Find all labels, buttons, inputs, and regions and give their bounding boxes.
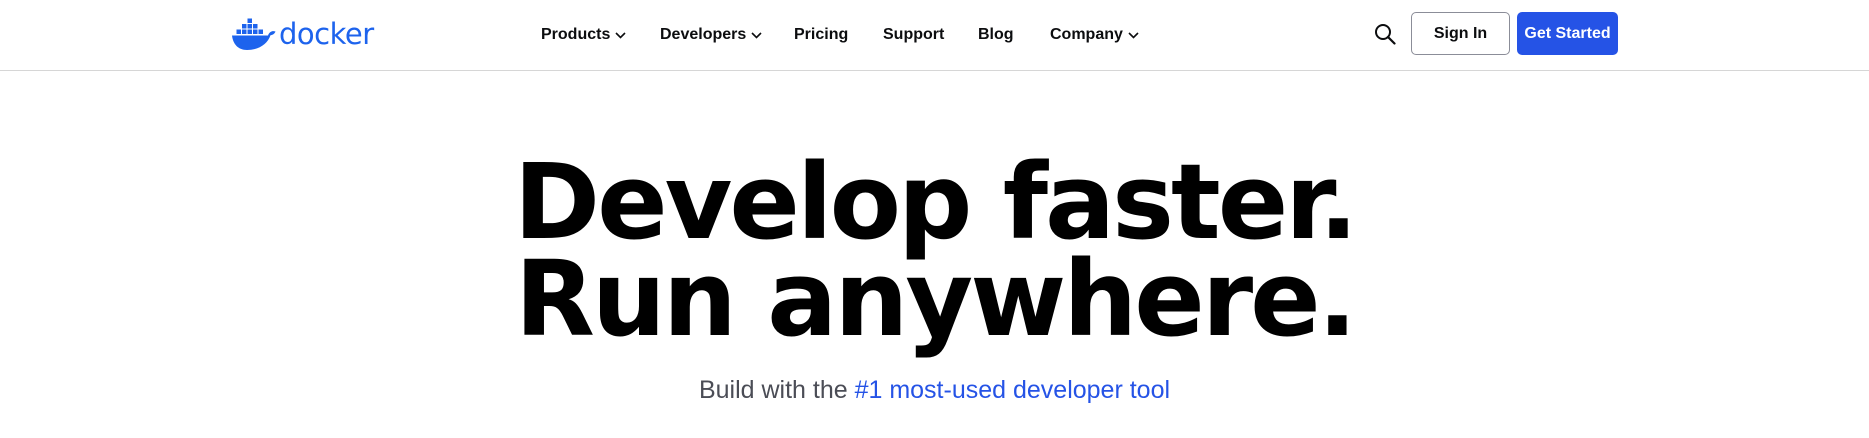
docker-whale-icon	[232, 18, 276, 50]
search-button[interactable]	[1372, 21, 1398, 47]
nav-item-label: Products	[541, 26, 611, 43]
hero-headline-line-2: Run anywhere.	[514, 238, 1357, 360]
hero-subtitle: Build with the #1 most-used developer to…	[0, 374, 1869, 406]
nav-item-label: Blog	[978, 26, 1014, 43]
nav-item-label: Developers	[660, 26, 747, 43]
search-icon	[1375, 24, 1396, 45]
nav-item-products[interactable]: Products	[541, 0, 626, 70]
get-started-button[interactable]: Get Started	[1517, 12, 1618, 55]
chevron-down-icon	[1128, 31, 1139, 39]
nav-item-company[interactable]: Company	[1050, 0, 1139, 70]
nav-item-support[interactable]: Support	[883, 0, 944, 70]
chevron-down-icon	[751, 31, 762, 39]
brand-name: docker	[279, 17, 374, 51]
subtitle-text: Build with the	[698, 376, 855, 404]
nav-item-label: Support	[883, 26, 945, 43]
nav-item-pricing[interactable]: Pricing	[794, 0, 848, 70]
nav-item-developers[interactable]: Developers	[660, 0, 762, 70]
most-used-tool-link[interactable]: #1 most-used developer tool	[855, 376, 1170, 404]
docker-logo[interactable]: docker	[232, 16, 374, 52]
nav-item-label: Company	[1050, 26, 1123, 43]
chevron-down-icon	[615, 31, 626, 39]
sign-in-button[interactable]: Sign In	[1411, 12, 1510, 55]
nav-item-blog[interactable]: Blog	[978, 0, 1014, 70]
nav-item-label: Pricing	[794, 26, 849, 43]
top-navigation-bar: docker Products Developers Pricing Suppo…	[0, 0, 1869, 71]
